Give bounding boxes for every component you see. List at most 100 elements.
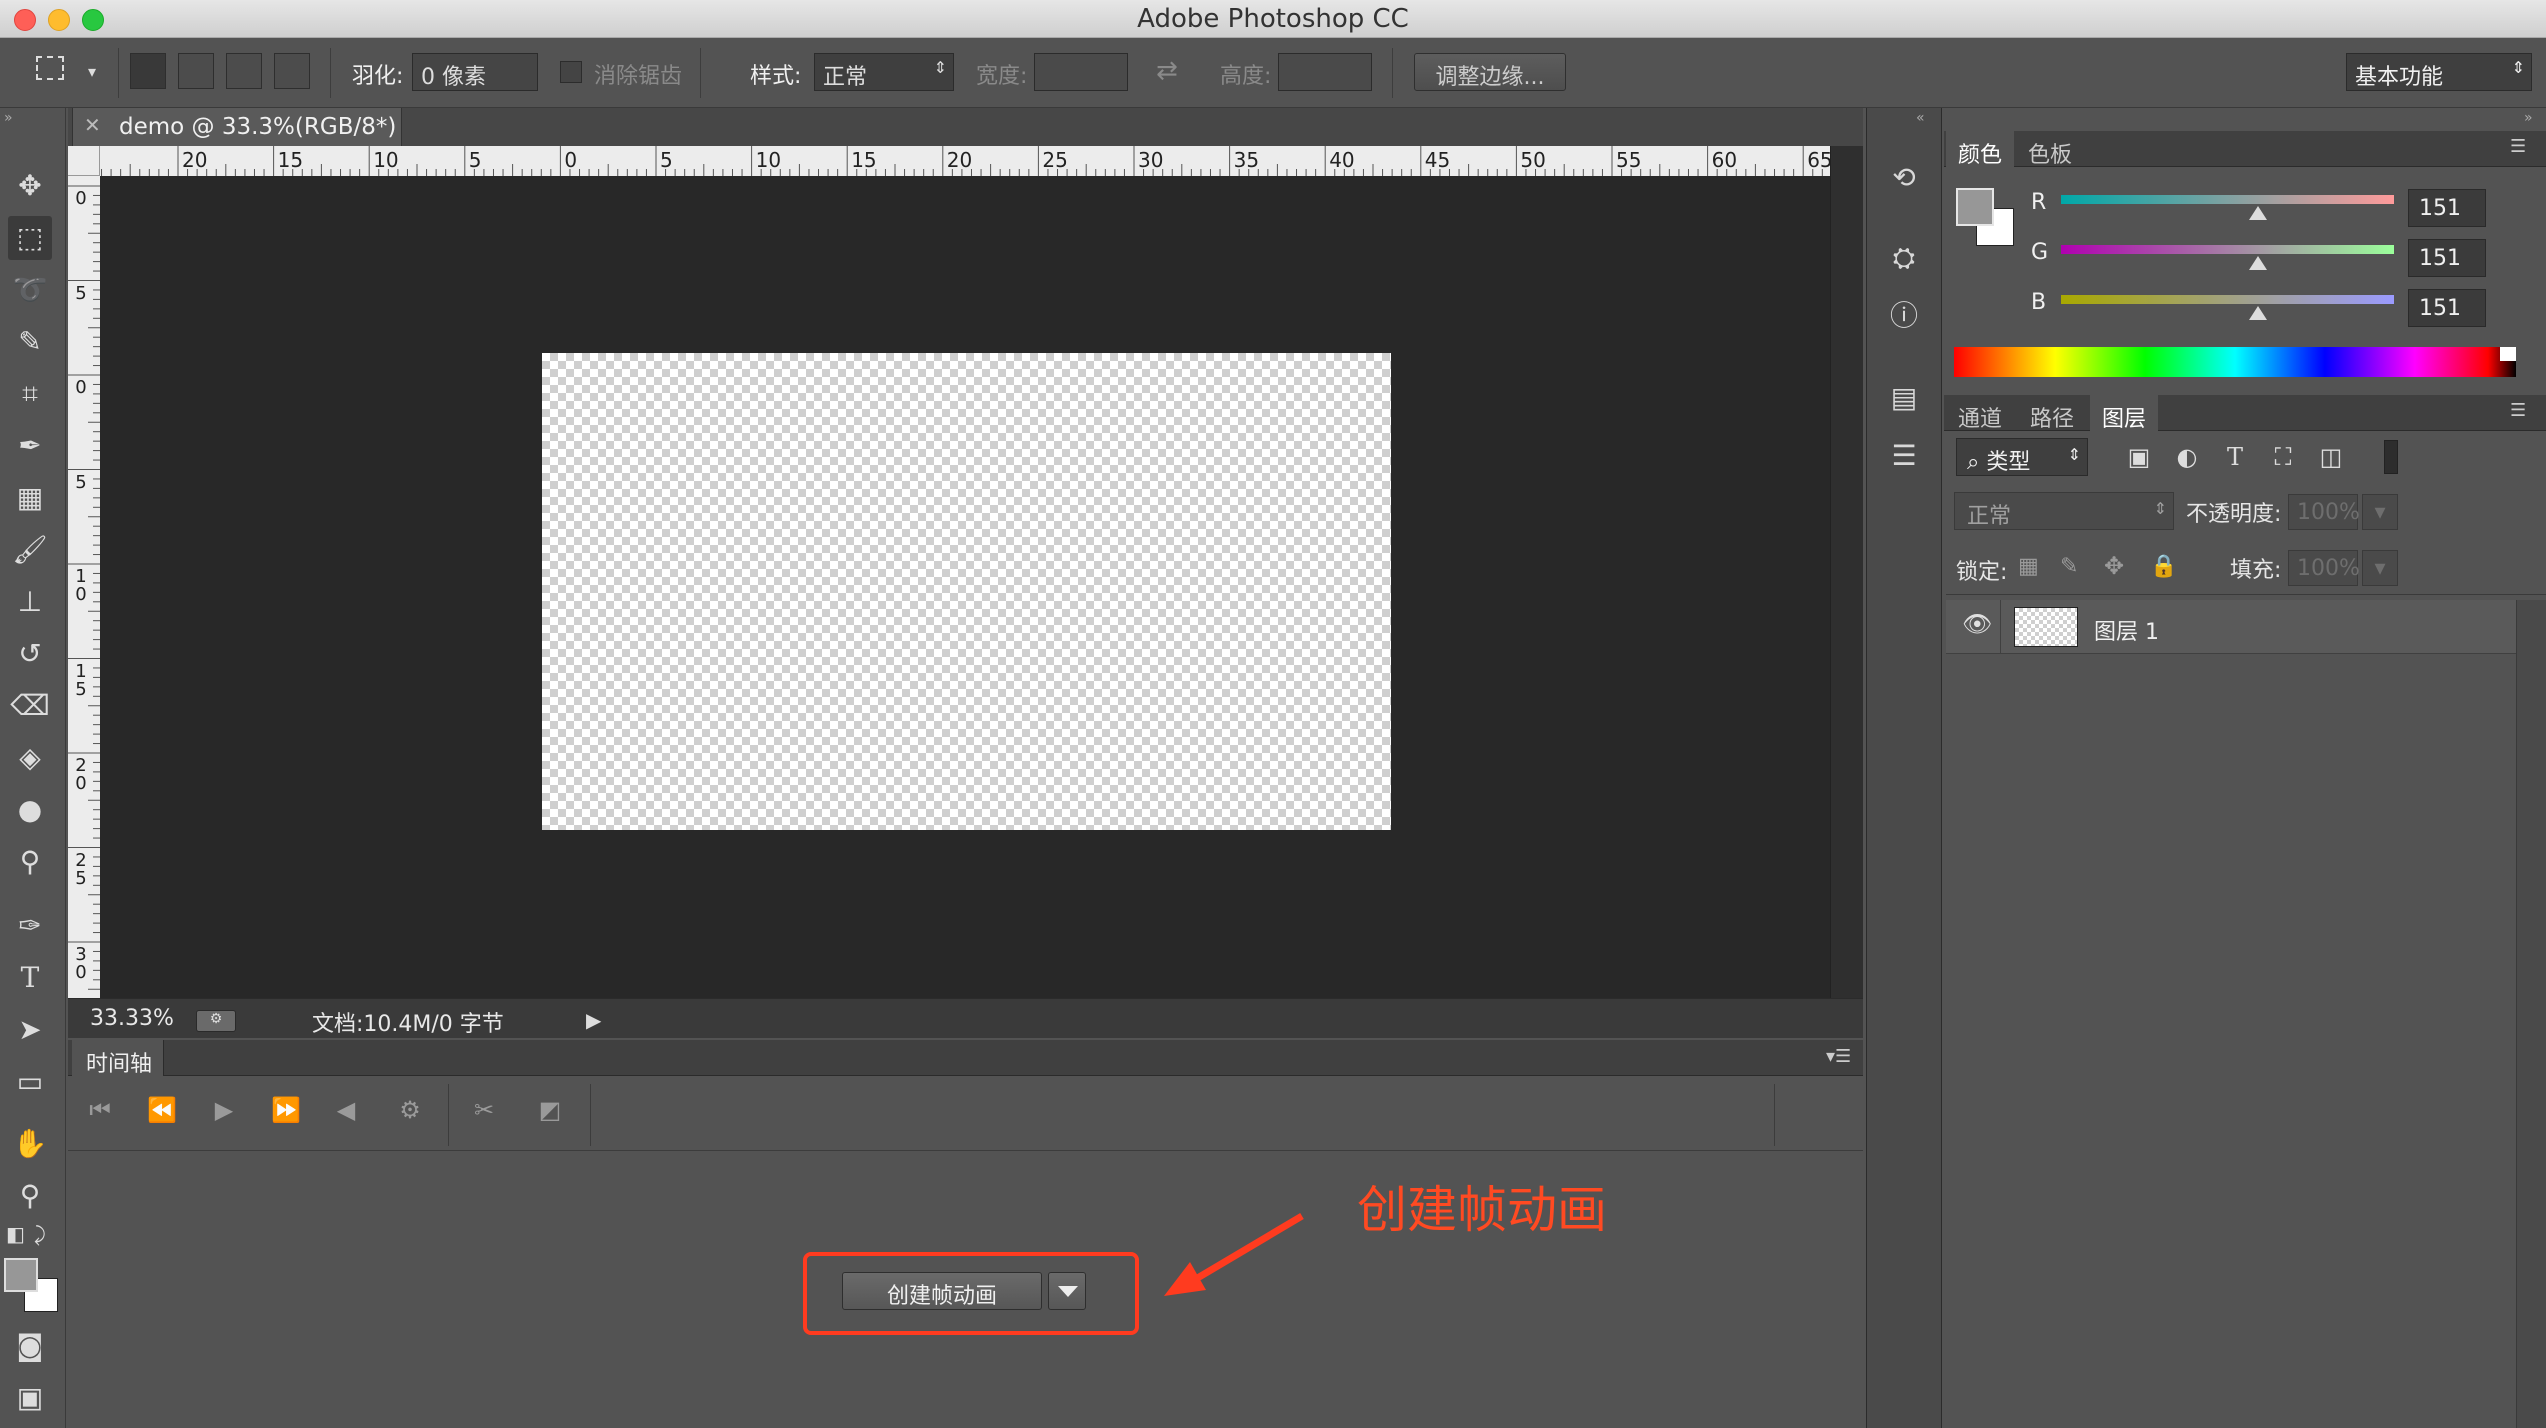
workspace-select[interactable]: 基本功能 ⇕	[2346, 53, 2532, 91]
foreground-color-swatch[interactable]	[1956, 188, 1994, 226]
quick-mask-icon[interactable]: ◙	[8, 1324, 52, 1368]
color-spectrum-ramp[interactable]	[1954, 347, 2516, 377]
paragraph-icon[interactable]: ☰	[1884, 436, 1924, 476]
green-slider-thumb[interactable]	[2249, 256, 2267, 270]
properties-icon[interactable]: ⛭	[1884, 238, 1924, 278]
history-brush-tool-icon[interactable]: ↺	[8, 632, 52, 676]
tab-channels[interactable]: 通道	[1946, 395, 2014, 432]
next-frame-icon[interactable]: ⏩	[268, 1096, 304, 1124]
filter-type-icon[interactable]: T	[2218, 440, 2252, 474]
fill-input[interactable]: 100%	[2288, 550, 2360, 586]
panel-menu-icon[interactable]: ☰	[2510, 136, 2526, 157]
style-select[interactable]: 正常 ⇕	[814, 53, 954, 91]
move-tool-icon[interactable]: ✥	[8, 164, 52, 208]
lock-position-icon[interactable]: ✥	[2104, 552, 2124, 580]
swap-colors-icon[interactable]: ⤸	[34, 1222, 46, 1246]
layer-name[interactable]: 图层 1	[2094, 614, 2159, 646]
crop-tool-icon[interactable]: ⌗	[8, 372, 52, 416]
split-scissors-icon[interactable]: ✂	[466, 1096, 502, 1124]
green-value-input[interactable]: 151	[2408, 239, 2486, 277]
brush-tool-icon[interactable]: 🖌	[8, 528, 52, 572]
new-selection-button[interactable]	[130, 53, 166, 89]
filter-adjustment-icon[interactable]: ◐	[2170, 440, 2204, 474]
timeline-tab[interactable]: 时间轴	[72, 1040, 164, 1077]
eraser-tool-icon[interactable]: ⌫	[8, 684, 52, 728]
lasso-tool-icon[interactable]: ➰	[8, 268, 52, 312]
foreground-color-swatch[interactable]	[4, 1258, 38, 1292]
blue-slider-thumb[interactable]	[2249, 306, 2267, 320]
swap-width-height-icon[interactable]: ⇄	[1156, 56, 1178, 86]
feather-input[interactable]: 0 像素	[412, 53, 538, 91]
status-menu-arrow-icon[interactable]: ▶	[586, 1008, 601, 1032]
first-frame-icon[interactable]: ⏮	[82, 1096, 118, 1124]
layer-visibility-eye-icon[interactable]: 👁	[1962, 610, 1992, 638]
lock-image-icon[interactable]: ✎	[2060, 554, 2078, 579]
settings-gear-icon[interactable]: ⚙	[392, 1096, 428, 1124]
eyedropper-tool-icon[interactable]: ✒	[8, 424, 52, 468]
add-to-selection-button[interactable]	[178, 53, 214, 89]
layers-scrollbar[interactable]	[2516, 600, 2546, 1428]
zoom-tool-icon[interactable]: ⚲	[8, 1174, 52, 1218]
marquee-tool-icon[interactable]	[36, 56, 64, 80]
intersect-selection-button[interactable]	[274, 53, 310, 89]
rectangular-marquee-tool-icon[interactable]: ⬚	[8, 216, 52, 260]
ruler-origin[interactable]	[68, 146, 100, 176]
hand-tool-icon[interactable]: ✋	[8, 1122, 52, 1166]
filter-shape-icon[interactable]: ⛶	[2266, 440, 2300, 474]
layer-filter-select[interactable]: ⌕ 类型 ⇕	[1956, 438, 2088, 476]
rectangle-tool-icon[interactable]: ▭	[8, 1060, 52, 1104]
white-swatch[interactable]	[2500, 347, 2516, 361]
blend-mode-select[interactable]: 正常 ⇕	[1954, 492, 2174, 530]
screen-mode-icon[interactable]: ▣	[8, 1376, 52, 1420]
fill-dropdown-icon[interactable]: ▾	[2362, 550, 2398, 586]
green-slider[interactable]	[2061, 245, 2394, 254]
horizontal-ruler[interactable]: 20 15 10 5 0 5 10 15 20 25 30 35 40 45 50 55 60 65	[100, 146, 1830, 176]
document-vertical-scrollbar[interactable]	[1830, 146, 1863, 998]
filter-smart-object-icon[interactable]: ◫	[2314, 440, 2348, 474]
lock-transparent-icon[interactable]: ▦	[2018, 554, 2039, 579]
paint-bucket-tool-icon[interactable]: ◈	[8, 736, 52, 780]
panel-menu-icon[interactable]: ☰	[2510, 400, 2526, 421]
type-tool-icon[interactable]: T	[8, 956, 52, 1000]
dodge-tool-icon[interactable]: ⚲	[8, 840, 52, 884]
zoom-level[interactable]: 33.33%	[90, 1006, 174, 1031]
tab-paths[interactable]: 路径	[2018, 395, 2086, 432]
clone-stamp-tool-icon[interactable]: ⊥	[8, 580, 52, 624]
vertical-ruler[interactable]: 0 5 0 5 1 0 1 5 2 0 2 5 3 0	[68, 176, 100, 998]
history-icon[interactable]: ⟲	[1884, 158, 1924, 198]
refine-edge-button[interactable]: 调整边缘...	[1414, 53, 1566, 91]
healing-brush-tool-icon[interactable]: ▦	[8, 476, 52, 520]
audio-icon[interactable]: ◀	[328, 1096, 364, 1124]
antialias-checkbox[interactable]	[560, 61, 582, 83]
path-selection-tool-icon[interactable]: ➤	[8, 1008, 52, 1052]
width-input[interactable]	[1034, 53, 1128, 91]
blue-slider[interactable]	[2061, 295, 2394, 304]
red-slider[interactable]	[2061, 195, 2394, 204]
document-tab[interactable]: demo @ 33.3%(RGB/8*)	[72, 108, 402, 146]
actions-icon[interactable]: ▤	[1884, 378, 1924, 418]
transparent-canvas[interactable]	[542, 353, 1391, 830]
play-icon[interactable]: ▶	[206, 1096, 242, 1124]
tab-swatches[interactable]: 色板	[2016, 131, 2084, 168]
opacity-dropdown-icon[interactable]: ▾	[2362, 494, 2398, 530]
tab-color[interactable]: 颜色	[1946, 131, 2015, 168]
default-colors-icon[interactable]: ◧	[6, 1222, 25, 1246]
opacity-input[interactable]: 100%	[2288, 494, 2360, 530]
blue-value-input[interactable]: 151	[2408, 289, 2486, 327]
previous-frame-icon[interactable]: ⏪	[144, 1096, 180, 1124]
red-value-input[interactable]: 151	[2408, 189, 2486, 227]
transition-icon[interactable]: ◩	[532, 1096, 568, 1124]
height-input[interactable]	[1278, 53, 1372, 91]
layer-thumbnail[interactable]	[2014, 607, 2078, 647]
filter-toggle-switch[interactable]	[2384, 440, 2398, 474]
collapse-panels-icon[interactable]: »	[2524, 110, 2533, 126]
filter-pixel-icon[interactable]: ▣	[2122, 440, 2156, 474]
collapse-dock-icon[interactable]: «	[1916, 110, 1925, 126]
collapse-toolbar-icon[interactable]: »	[4, 110, 13, 126]
tab-layers[interactable]: 图层	[2090, 395, 2159, 432]
close-document-icon[interactable]: ✕	[84, 113, 101, 137]
blur-tool-icon[interactable]: ●	[8, 788, 52, 832]
tool-preset-dropdown-icon[interactable]: ▾	[88, 62, 96, 81]
pen-tool-icon[interactable]: ✑	[8, 904, 52, 948]
subtract-from-selection-button[interactable]	[226, 53, 262, 89]
